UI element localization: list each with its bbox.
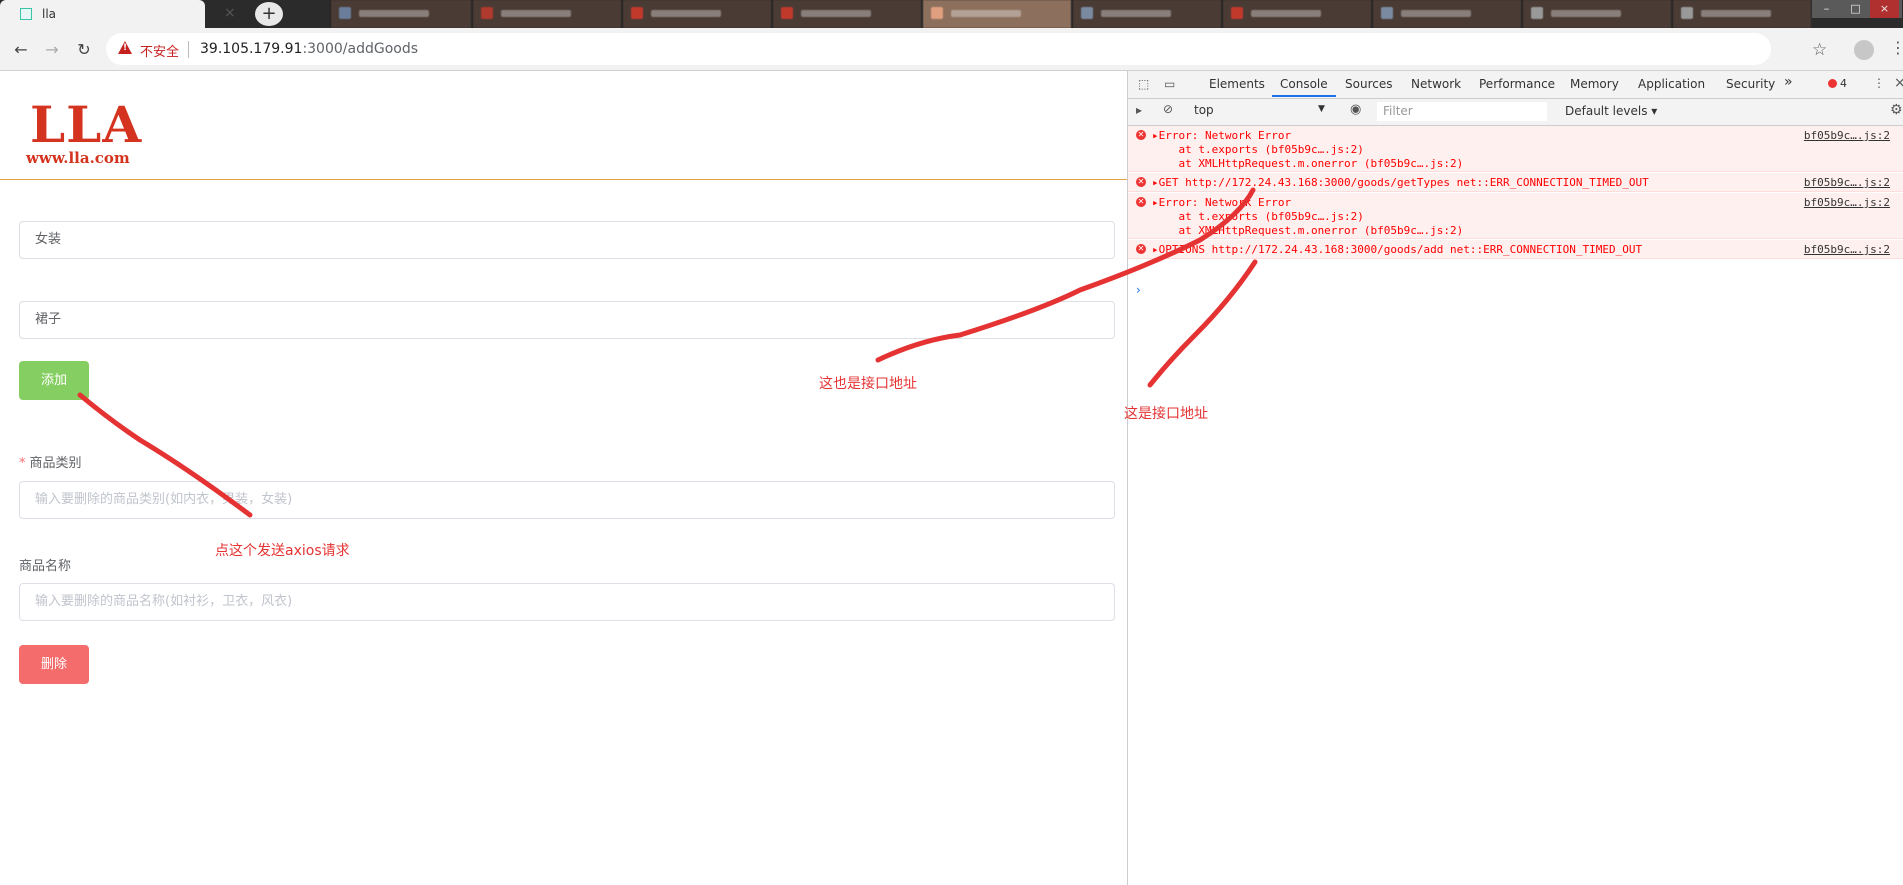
annotation-strokes [77, 187, 1258, 518]
annotation-arrow-add-url [1147, 259, 1258, 388]
annotation-arrow-add [77, 392, 253, 518]
annotation-api-note-2: 这是接口地址 [1124, 406, 1208, 422]
annotation-click-note: 点这个发送axios请求 [215, 543, 350, 559]
annotation-api-note-1: 这也是接口地址 [819, 376, 917, 392]
